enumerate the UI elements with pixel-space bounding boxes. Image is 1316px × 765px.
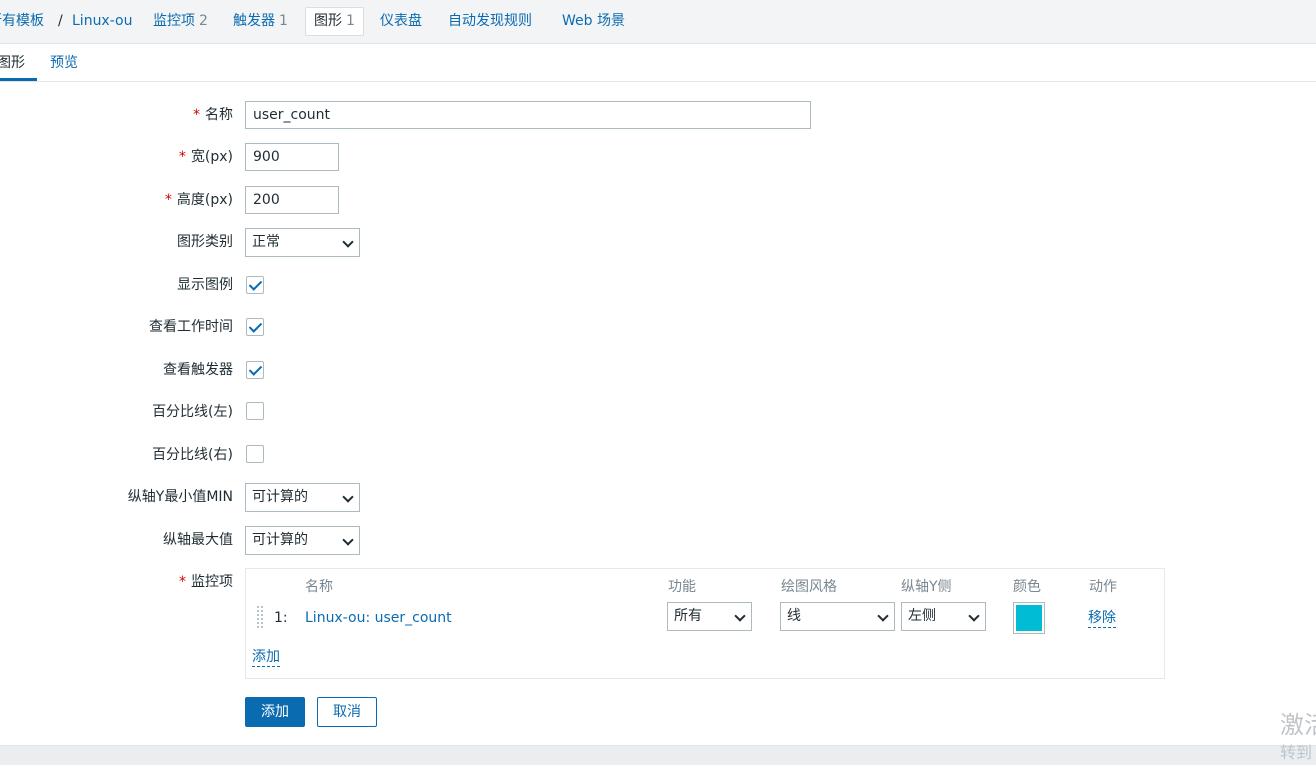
header-draw-style: 绘图风格: [781, 579, 837, 595]
header-y-axis-side: 纵轴Y侧: [901, 579, 952, 595]
width-label: * 宽(px): [179, 148, 233, 166]
chevron-down-icon: [342, 491, 354, 503]
header-name: 名称: [305, 579, 333, 595]
chevron-down-icon: [342, 236, 354, 248]
percentile-left-label: 百分比线(左): [152, 404, 233, 420]
add-button[interactable]: 添加: [245, 697, 305, 727]
add-item-link[interactable]: 添加: [252, 648, 280, 667]
item-function-select[interactable]: 所有: [667, 602, 752, 631]
chevron-down-icon: [877, 610, 889, 622]
show-work-period-checkbox[interactable]: [246, 318, 264, 336]
graph-type-value: 正常: [252, 234, 280, 250]
items-label: * 监控项: [179, 573, 233, 591]
y-axis-min-label: 纵轴Y最小值MIN: [127, 489, 233, 505]
nav-discovery-rules-link[interactable]: 自动发现规则: [448, 12, 532, 30]
required-asterisk: *: [179, 574, 186, 590]
width-label-text: 宽(px): [190, 149, 233, 165]
height-label-text: 高度(px): [176, 192, 233, 208]
show-triggers-checkbox[interactable]: [246, 361, 264, 379]
graph-type-select[interactable]: 正常: [245, 228, 360, 257]
name-input[interactable]: [245, 101, 811, 129]
item-draw-style-select[interactable]: 线: [780, 602, 895, 631]
height-input[interactable]: [245, 186, 339, 214]
percentile-right-checkbox[interactable]: [246, 445, 264, 463]
header-color: 颜色: [1013, 579, 1041, 595]
item-y-axis-side-select[interactable]: 左侧: [901, 602, 986, 631]
chevron-down-icon: [342, 534, 354, 546]
graph-type-label: 图形类别: [177, 234, 233, 250]
graph-items-table: 名称 功能 绘图风格 纵轴Y侧 颜色 动作 1: Linux-ou: user_…: [245, 568, 1165, 679]
nav-graphs-label: 图形: [314, 13, 342, 29]
breadcrumb-all-templates[interactable]: 所有模板: [0, 12, 44, 30]
row-number: 1:: [274, 610, 288, 626]
chevron-down-icon: [968, 610, 980, 622]
percentile-right-label: 百分比线(右): [152, 447, 233, 463]
subtab-active-indicator: [0, 78, 37, 81]
y-axis-max-label: 纵轴最大值: [163, 532, 233, 548]
name-label: * 名称: [193, 106, 233, 124]
item-y-axis-side-value: 左侧: [908, 608, 936, 624]
y-axis-min-select[interactable]: 可计算的: [245, 483, 360, 512]
name-label-text: 名称: [205, 107, 233, 123]
template-nav-bar: 所有模板 / Linux-ou 监控项2 触发器1 图形1 仪表盘 自动发现规则…: [0, 0, 1316, 44]
page-footer-bar: [0, 745, 1316, 765]
subtab-graph[interactable]: 图形: [0, 54, 25, 72]
y-axis-max-select[interactable]: 可计算的: [245, 526, 360, 555]
subtab-preview[interactable]: 预览: [50, 54, 78, 72]
width-input[interactable]: [245, 143, 339, 171]
checkmark-icon: [248, 277, 263, 291]
height-label: * 高度(px): [165, 191, 233, 209]
item-color-picker[interactable]: [1013, 602, 1045, 634]
nav-graphs-count: 1: [346, 13, 355, 29]
nav-graphs-tab-active[interactable]: 图形 1: [305, 7, 364, 36]
percentile-left-checkbox[interactable]: [246, 402, 264, 420]
nav-items-label: 监控项: [153, 13, 195, 29]
show-legend-label: 显示图例: [177, 277, 233, 293]
items-label-text: 监控项: [191, 574, 233, 590]
nav-dashboards-link[interactable]: 仪表盘: [380, 12, 422, 30]
cancel-button[interactable]: 取消: [317, 697, 377, 727]
show-work-period-label: 查看工作时间: [149, 319, 233, 335]
nav-items-link[interactable]: 监控项 2: [153, 12, 208, 30]
required-asterisk: *: [164, 192, 172, 208]
item-draw-style-value: 线: [787, 608, 801, 624]
item-remove-link[interactable]: 移除: [1088, 609, 1116, 628]
required-asterisk: *: [178, 149, 186, 165]
activation-watermark-line1: 激活: [1280, 711, 1316, 739]
nav-items-count: 2: [199, 13, 208, 29]
activation-watermark-line2: 转到: [1280, 743, 1313, 762]
nav-triggers-link[interactable]: 触发器 1: [233, 12, 288, 30]
nav-triggers-count: 1: [279, 13, 288, 29]
header-action: 动作: [1089, 579, 1117, 595]
form-subtabs: 图形 预览: [0, 44, 1316, 82]
nav-triggers-label: 触发器: [233, 13, 275, 29]
item-color-fill: [1016, 605, 1042, 631]
breadcrumb-template-linux-ou[interactable]: Linux-ou: [72, 12, 132, 30]
show-triggers-label: 查看触发器: [163, 362, 233, 378]
checkmark-icon: [248, 319, 263, 333]
required-asterisk: *: [193, 107, 200, 123]
graph-edit-page: 所有模板 / Linux-ou 监控项2 触发器1 图形1 仪表盘 自动发现规则…: [0, 0, 1316, 765]
checkmark-icon: [248, 362, 263, 376]
header-function: 功能: [668, 579, 696, 595]
drag-handle-icon[interactable]: [257, 606, 265, 632]
item-name-link[interactable]: Linux-ou: user_count: [305, 609, 452, 627]
y-axis-max-value: 可计算的: [252, 532, 308, 548]
chevron-down-icon: [734, 610, 746, 622]
y-axis-min-value: 可计算的: [252, 489, 308, 505]
show-legend-checkbox[interactable]: [246, 276, 264, 294]
item-function-value: 所有: [674, 608, 702, 624]
breadcrumb-separator: /: [58, 13, 63, 29]
nav-web-scenarios-link[interactable]: Web 场景: [562, 12, 625, 30]
